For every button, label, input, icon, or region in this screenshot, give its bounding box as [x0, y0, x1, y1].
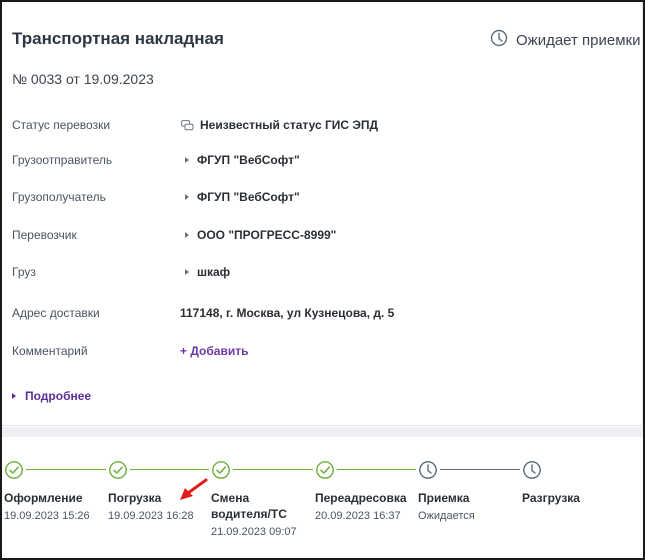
page-title: Транспортная накладная [12, 29, 224, 48]
field-value[interactable]: шкаф [197, 265, 230, 279]
status-text: Ожидает приемки [516, 31, 641, 49]
progress-timeline: Оформление 19.09.2023 15:26 Погрузка 19.09.… [2, 438, 643, 558]
more-details-toggle[interactable]: Подробнее [12, 389, 91, 403]
field-value[interactable]: ООО "ПРОГРЕСС-8999" [197, 228, 336, 242]
field-value: Неизвестный статус ГИС ЭПД [200, 118, 379, 132]
clock-icon [418, 460, 438, 480]
caret-right-icon[interactable] [185, 232, 189, 238]
timeline-step-name: Приемка [418, 491, 470, 505]
timeline-step-name: Переадресовка [315, 491, 407, 505]
field-label: Грузоотправитель [12, 153, 113, 167]
field-value[interactable]: ФГУП "ВебСофт" [197, 153, 300, 167]
field-label: Груз [12, 265, 36, 279]
document-number: № 0033 от 19.09.2023 [12, 71, 154, 87]
red-arrow-icon [180, 478, 208, 500]
field-carrier[interactable]: Перевозчик ООО "ПРОГРЕСС-8999" [12, 225, 632, 245]
waybill-card: Транспортная накладная Ожидает приемки №… [2, 2, 643, 426]
clock-icon [522, 460, 542, 480]
timeline-step-name: Разгрузка [522, 491, 580, 505]
document-status: Ожидает приемки [490, 29, 641, 51]
field-comment: Комментарий + Добавить [12, 341, 632, 361]
timeline-step-date: 20.09.2023 16:37 [315, 510, 401, 522]
field-label: Адрес доставки [12, 306, 100, 320]
clock-icon [490, 29, 508, 51]
timeline-connector [130, 469, 209, 470]
add-comment-link[interactable]: + Добавить [180, 344, 248, 358]
field-transport-status: Статус перевозки Неизвестный статус ГИС … [12, 115, 632, 135]
timeline-step-date: 19.09.2023 15:26 [4, 510, 90, 522]
timeline-step-date: 21.09.2023 09:07 [211, 526, 297, 538]
caret-right-icon[interactable] [185, 157, 189, 163]
field-label: Статус перевозки [12, 118, 111, 132]
section-divider [2, 427, 643, 437]
window-frame: Транспортная накладная Ожидает приемки №… [0, 0, 645, 560]
timeline-step-name: Смена водителя/ТС [211, 491, 287, 521]
timeline-step-date: Ожидается [418, 510, 475, 522]
timeline-connector [440, 469, 520, 470]
field-delivery-address: Адрес доставки 117148, г. Москва, ул Куз… [12, 303, 632, 323]
check-circle-icon [211, 460, 231, 480]
field-label: Комментарий [12, 344, 88, 358]
check-circle-icon [108, 460, 128, 480]
check-circle-icon [4, 460, 24, 480]
chat-bubbles-icon [181, 119, 194, 131]
field-label: Грузополучатель [12, 190, 106, 204]
field-value[interactable]: ФГУП "ВебСофт" [197, 190, 300, 204]
timeline-connector [233, 469, 313, 470]
caret-right-icon[interactable] [185, 194, 189, 200]
field-cargo[interactable]: Груз шкаф [12, 262, 632, 282]
field-shipper[interactable]: Грузоотправитель ФГУП "ВебСофт" [12, 150, 632, 170]
more-details-label[interactable]: Подробнее [25, 389, 91, 403]
caret-right-icon[interactable] [12, 393, 16, 399]
caret-right-icon[interactable] [185, 269, 189, 275]
timeline-step-date: 19.09.2023 16:28 [108, 510, 194, 522]
check-circle-icon [315, 460, 335, 480]
timeline-step-name: Оформление [4, 491, 83, 505]
field-value: 117148, г. Москва, ул Кузнецова, д. 5 [180, 306, 395, 320]
timeline-connector [337, 469, 416, 470]
field-consignee[interactable]: Грузополучатель ФГУП "ВебСофт" [12, 187, 632, 207]
timeline-connector [26, 469, 106, 470]
field-label: Перевозчик [12, 228, 77, 242]
